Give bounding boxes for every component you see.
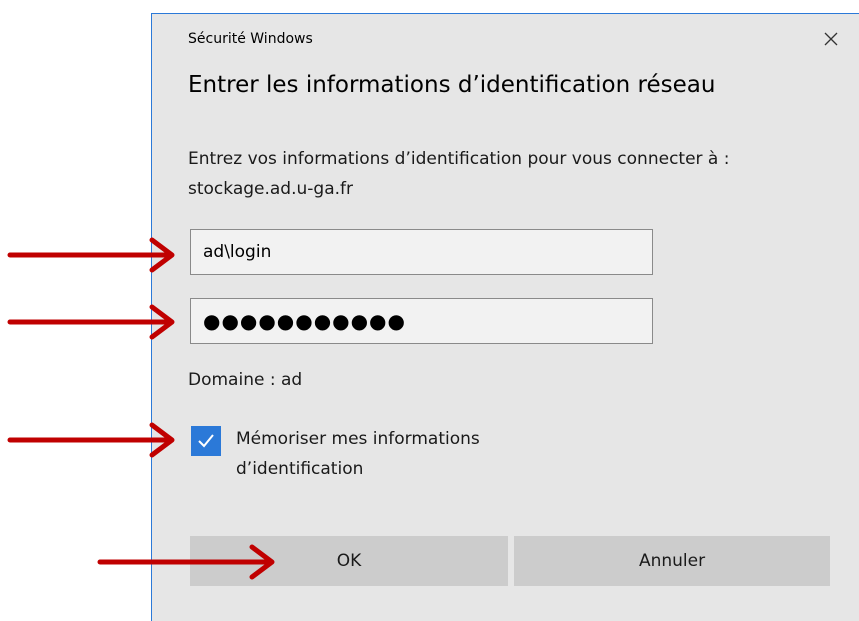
- arrow-right-icon: [7, 422, 175, 458]
- arrow-right-icon: [97, 544, 275, 580]
- annotation-arrows: [7, 237, 275, 580]
- arrow-right-icon: [7, 237, 175, 273]
- arrow-right-icon: [7, 304, 175, 340]
